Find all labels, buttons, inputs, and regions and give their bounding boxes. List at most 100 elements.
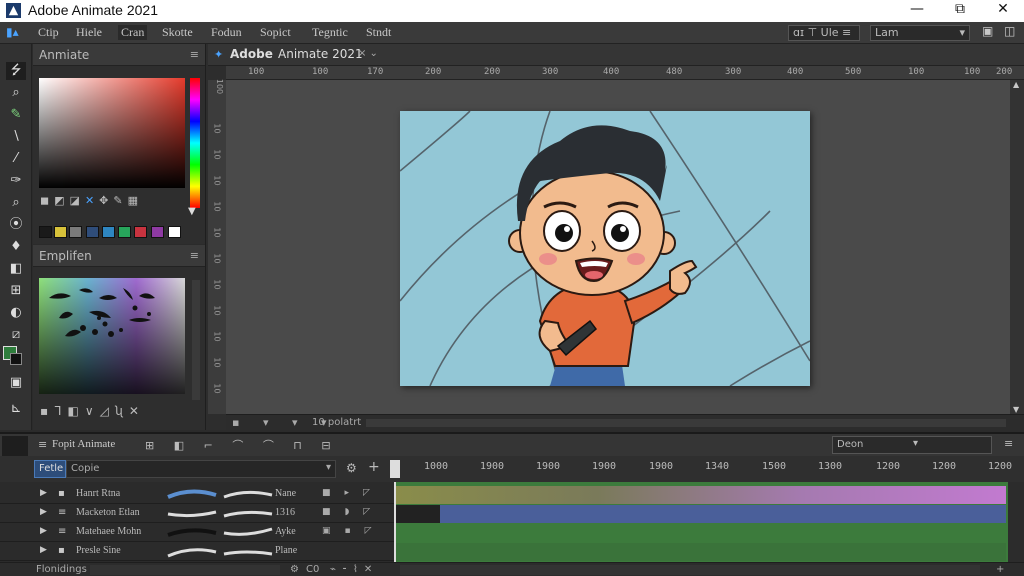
brush-tool-icon[interactable]: ✑ [6,172,26,190]
scroll-up-icon[interactable]: ▲ [1013,80,1019,89]
brush-option-icon[interactable]: ◧ [67,404,84,418]
layer-toggle-icons[interactable]: ■▸◸ [322,488,384,498]
minimize-button[interactable]: — [902,1,932,21]
layer-toggle-icons[interactable]: ■◗◸ [322,507,384,517]
swatch[interactable] [69,226,82,238]
brush-option-icon[interactable]: ∨ [85,404,100,418]
options-icon[interactable]: ⊾ [6,400,26,418]
brush-option-icon[interactable]: ✕ [129,404,145,418]
expand-arrow-icon[interactable]: ▶ [40,545,47,555]
menu-item[interactable]: Ctip [38,25,59,40]
layer-toggle-icons[interactable]: ▣▪◸ [322,526,386,536]
swap-colors-icon[interactable]: ▣ [6,374,26,392]
workspace-button[interactable]: ɑɪ ⊤ Ule ≡ [788,25,860,41]
panel-menu-icon[interactable]: ≡ [190,249,199,262]
swatch[interactable] [151,226,164,238]
bone-tool-icon[interactable]: ⦿ [6,216,26,234]
swatch[interactable] [39,226,52,238]
add-layer-icon[interactable]: + [368,459,380,475]
app-menu-icon[interactable]: ▮▴ [6,25,19,40]
menu-item[interactable]: Fodun [211,25,242,40]
canvas-horizontal-scrollbar[interactable] [366,419,1006,427]
black-white-icon[interactable]: ◼ [40,194,54,207]
menu-item[interactable]: Tegntic [312,25,348,40]
layer-filter-button[interactable]: Fetle [34,460,66,478]
swap-icon[interactable]: ◪ [70,194,85,207]
no-color-icon[interactable]: ◩ [54,194,69,207]
brush-scrollbar[interactable] [192,280,200,400]
color-picker-field[interactable] [39,78,185,188]
brush-option-icon[interactable]: ʯ [115,404,129,418]
pen-tool-icon[interactable]: ✎ [6,106,26,124]
brush-option-icon[interactable]: ▪ [40,404,54,418]
fill-color-swatch[interactable] [10,353,22,365]
menu-item[interactable]: Skotte [162,25,193,40]
scroll-down-icon[interactable]: ▼ [1013,405,1019,414]
playhead-marker[interactable] [390,460,400,478]
panel-icon[interactable]: ▣ [982,24,993,39]
layer-row[interactable]: ▶ ▪ Presle Sine Plane [0,543,394,561]
keyframe-block[interactable] [394,505,440,523]
menu-item[interactable]: Hiele [76,25,102,40]
lasso-tool-icon[interactable]: ⌕ [6,84,26,102]
document-app-label[interactable]: Adobe [230,47,273,61]
restore-button[interactable]: ⧉ [945,1,975,21]
timeline-view-select[interactable]: Deon ▾ [832,436,992,454]
swatch[interactable] [118,226,131,238]
zoom-in-icon[interactable]: + [996,564,1004,575]
pencil-tool-icon[interactable]: ⁄ [6,150,26,168]
expand-arrow-icon[interactable]: ▶ [40,488,47,498]
brush-option-icon[interactable]: ◿ [100,404,115,418]
eraser-tool-icon[interactable]: ◧ [6,260,26,278]
frames-horizontal-scrollbar[interactable] [400,565,980,575]
selection-tool-icon[interactable]: ⭍ [6,62,26,80]
zoom-tool-icon[interactable]: ⌕ [6,194,26,212]
document-tab[interactable]: Animate 2021 [278,47,363,61]
panel-menu-icon[interactable]: ≡ [1004,437,1013,450]
expand-icon[interactable]: ◫ [1004,24,1015,39]
settings-icon[interactable]: ⚙ [290,564,299,575]
frames-area[interactable] [394,482,1024,562]
brush-preview[interactable] [39,278,185,394]
swatch[interactable] [168,226,181,238]
layer-row[interactable]: ▶ ▪ Hanrt Rtna Nane ■▸◸ [0,486,394,504]
expand-arrow-icon[interactable]: ▶ [40,526,47,536]
stage-canvas[interactable] [400,111,810,386]
transform-tool-icon[interactable]: ⊞ [6,282,26,300]
panel-menu-icon[interactable]: ≡ [190,48,199,61]
layer-row[interactable]: ▶ ≡ Matehaee Mohn Ayke ▣▪◸ [0,524,394,542]
layer-search-field[interactable]: Copie ▾ [66,460,336,478]
footer-scrollbar[interactable] [90,565,280,575]
cross-icon[interactable]: ✕ [85,194,99,207]
hue-slider[interactable] [190,78,200,208]
canvas-vertical-scrollbar[interactable]: ▲ ▼ [1010,80,1024,414]
frame-span[interactable] [394,543,1006,561]
swatch[interactable] [86,226,99,238]
hue-slider-handle-icon[interactable]: ▼ [188,206,196,217]
layer-options-icon[interactable]: ⚙ [346,461,357,475]
asset-tool-icon[interactable]: ⧄ [6,326,26,344]
tab-close-icon[interactable]: × ⌄ [358,48,378,59]
swatch[interactable] [134,226,147,238]
swatch[interactable] [54,226,67,238]
brush-option-icon[interactable]: ᒣ [54,404,67,418]
frame-span[interactable] [394,524,1006,542]
menu-item[interactable]: Stndt [366,25,391,40]
move-icon[interactable]: ✥ [99,194,113,207]
expand-arrow-icon[interactable]: ▶ [40,507,47,517]
timeline-tool-icons[interactable]: ⊞ ◧ ⌐ ⌒ ⌒ ⊓ ⊟ [145,437,339,453]
close-button[interactable]: ✕ [988,1,1018,21]
layer-row[interactable]: ▶ ≡ Macketon Etlan 1316 ■◗◸ [0,505,394,523]
timeline-toggle[interactable] [2,436,28,456]
swatch[interactable] [102,226,115,238]
paint-bucket-icon[interactable]: ♦ [6,238,26,256]
frame-span[interactable] [394,505,1006,523]
line-tool-icon[interactable]: ∖ [6,128,26,146]
fill-icon[interactable]: ▦ [128,194,143,207]
menu-item[interactable]: Sopict [260,25,291,40]
workspace-select[interactable]: Lam ▾ [870,25,970,41]
timeline-vertical-scrollbar[interactable] [1008,482,1024,562]
frame-span[interactable] [394,486,1006,504]
panel-menu-icon[interactable]: ≡ [38,438,47,451]
ink-icon[interactable]: ✎ [113,194,127,207]
